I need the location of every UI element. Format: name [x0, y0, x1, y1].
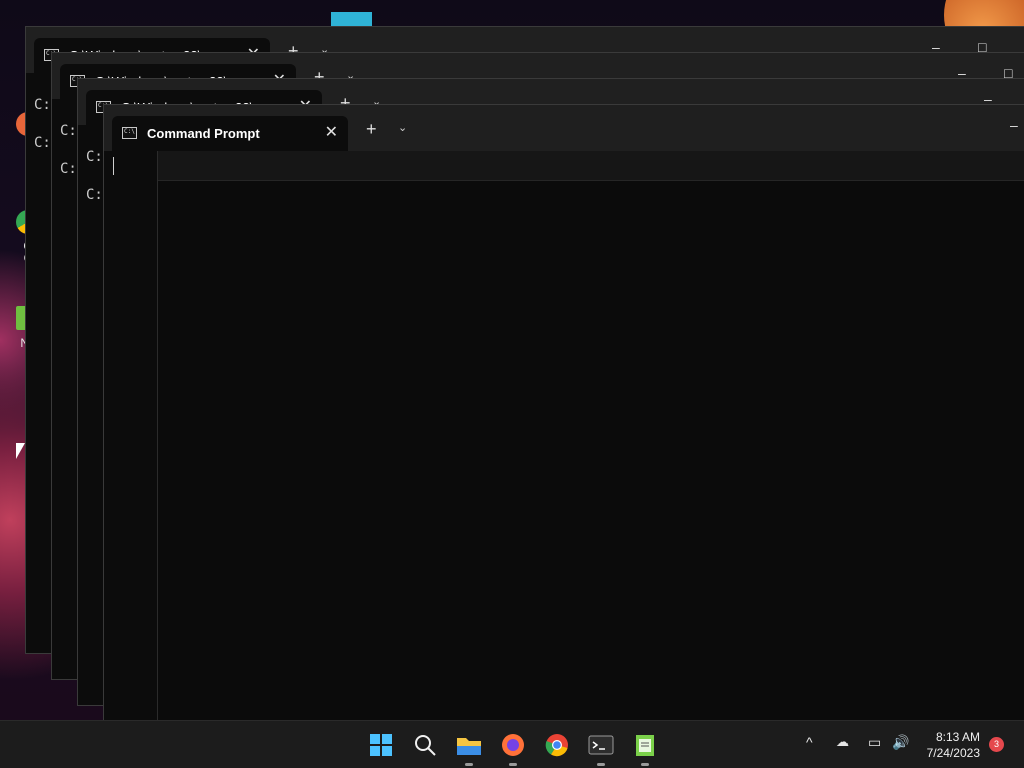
text-cursor — [113, 157, 114, 175]
console-prompt: C: — [86, 149, 103, 165]
running-indicator — [641, 763, 649, 766]
notepad-icon — [636, 735, 654, 756]
show-hidden-icons-chevron-icon[interactable]: ^ — [806, 734, 813, 750]
notification-badge[interactable]: 3 — [989, 737, 1004, 752]
taskbar: ^ ☁ ▭ 🔊 8:13 AM 7/24/2023 3 — [0, 720, 1024, 768]
tab-dropdown-button[interactable]: ⌄ — [398, 121, 407, 134]
running-indicator — [465, 763, 473, 766]
clock-date: 7/24/2023 — [926, 746, 980, 760]
cmd-window-active[interactable]: C:\ Command Prompt ✕ + ⌄ – — [103, 104, 1024, 720]
clock[interactable]: 8:13 AM 7/24/2023 — [927, 729, 980, 761]
taskbar-notepad[interactable] — [630, 730, 660, 766]
mouse-cursor-icon — [16, 443, 25, 459]
console-prompt: C: — [60, 161, 77, 177]
console-prompt: C: — [86, 187, 103, 203]
running-indicator — [597, 763, 605, 766]
console-prompt: C: — [60, 123, 77, 139]
ghost-window-overlay — [157, 151, 1024, 720]
search-button[interactable] — [410, 730, 440, 760]
minimize-button[interactable]: – — [1010, 117, 1018, 133]
windows-logo-icon — [370, 734, 392, 756]
close-tab-icon[interactable]: ✕ — [325, 122, 338, 142]
taskbar-file-explorer[interactable] — [454, 730, 484, 766]
new-tab-button[interactable]: + — [366, 119, 377, 140]
console-prompt: C: — [34, 135, 51, 151]
chrome-icon — [545, 734, 568, 757]
ghost-window-titlebar — [158, 151, 1024, 181]
folder-icon — [457, 738, 481, 755]
search-icon — [415, 735, 436, 756]
clock-time: 8:13 AM — [935, 730, 980, 744]
tab-command-prompt[interactable]: C:\ Command Prompt ✕ — [112, 116, 348, 151]
cmd-icon: C:\ — [122, 127, 137, 139]
onedrive-offline-icon[interactable]: ☁ — [836, 734, 849, 750]
running-indicator — [509, 763, 517, 766]
terminal-icon — [588, 735, 614, 755]
console-prompt: C: — [34, 97, 51, 113]
taskbar-chrome[interactable] — [542, 730, 572, 760]
start-button[interactable] — [366, 730, 396, 760]
taskbar-firefox[interactable] — [498, 730, 528, 766]
tab-title: Command Prompt — [147, 126, 260, 141]
console-area[interactable] — [104, 151, 1024, 720]
network-icon[interactable]: ▭ — [868, 734, 881, 751]
taskbar-terminal[interactable] — [586, 730, 616, 766]
window-titlebar[interactable]: C:\ Command Prompt ✕ + ⌄ – — [104, 105, 1024, 151]
firefox-icon — [502, 734, 524, 756]
volume-icon[interactable]: 🔊 — [892, 734, 909, 751]
